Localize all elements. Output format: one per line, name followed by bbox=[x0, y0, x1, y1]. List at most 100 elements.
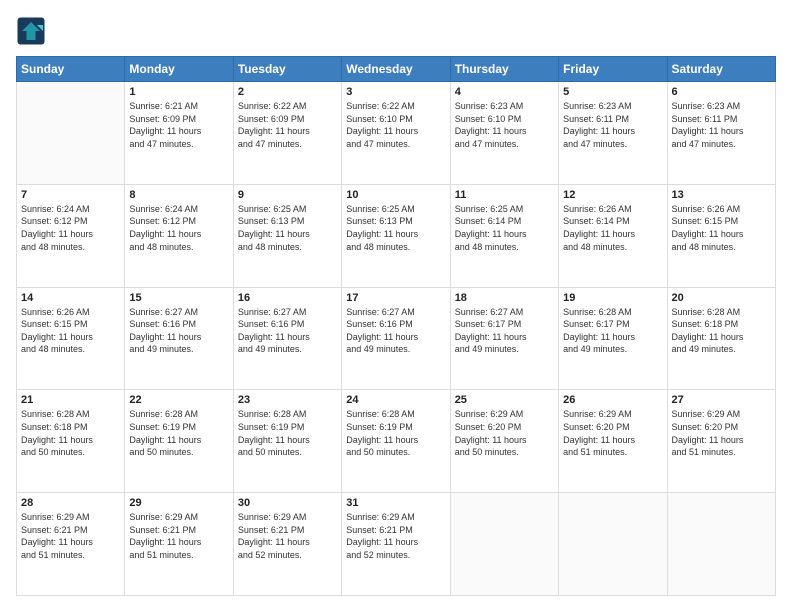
header-day: Wednesday bbox=[342, 57, 450, 82]
day-info: Sunrise: 6:29 AMSunset: 6:20 PMDaylight:… bbox=[672, 408, 771, 458]
calendar-cell: 30 Sunrise: 6:29 AMSunset: 6:21 PMDayligh… bbox=[233, 493, 341, 596]
day-number: 18 bbox=[455, 292, 554, 304]
day-info: Sunrise: 6:28 AMSunset: 6:17 PMDaylight:… bbox=[563, 306, 662, 356]
calendar-week-row: 14Sunrise: 6:26 AMSunset: 6:15 PMDayligh… bbox=[17, 287, 776, 390]
day-number: 30 bbox=[238, 497, 337, 509]
calendar-cell: 23Sunrise: 6:28 AMSunset: 6:19 PMDayligh… bbox=[233, 390, 341, 493]
day-info: Sunrise: 6:29 AMSunset: 6:21 PMDaylight:… bbox=[346, 511, 445, 561]
calendar-cell: 13 Sunrise: 6:26 AMSunset: 6:15 PMDayligh… bbox=[667, 184, 775, 287]
day-number: 3 bbox=[346, 86, 445, 98]
calendar-week-row: 28 Sunrise: 6:29 AMSunset: 6:21 PMDayligh… bbox=[17, 493, 776, 596]
calendar-cell: 1 Sunrise: 6:21 AMSunset: 6:09 PMDaylight… bbox=[125, 82, 233, 185]
day-number: 15 bbox=[129, 292, 228, 304]
day-number: 21 bbox=[21, 394, 120, 406]
day-number: 10 bbox=[346, 189, 445, 201]
day-number: 4 bbox=[455, 86, 554, 98]
calendar-cell: 26 Sunrise: 6:29 AMSunset: 6:20 PMDayligh… bbox=[559, 390, 667, 493]
calendar-cell: 9 Sunrise: 6:25 AMSunset: 6:13 PMDaylight… bbox=[233, 184, 341, 287]
day-number: 25 bbox=[455, 394, 554, 406]
day-info: Sunrise: 6:29 AMSunset: 6:21 PMDaylight:… bbox=[21, 511, 120, 561]
day-info: Sunrise: 6:26 AMSunset: 6:15 PMDaylight:… bbox=[21, 306, 120, 356]
calendar-cell: 3 Sunrise: 6:22 AMSunset: 6:10 PMDaylight… bbox=[342, 82, 450, 185]
header-day: Friday bbox=[559, 57, 667, 82]
calendar-cell: 24Sunrise: 6:28 AMSunset: 6:19 PMDayligh… bbox=[342, 390, 450, 493]
day-number: 17 bbox=[346, 292, 445, 304]
calendar-cell bbox=[559, 493, 667, 596]
logo-icon bbox=[16, 16, 46, 46]
calendar-cell: 8 Sunrise: 6:24 AMSunset: 6:12 PMDaylight… bbox=[125, 184, 233, 287]
calendar-cell: 29 Sunrise: 6:29 AMSunset: 6:21 PMDayligh… bbox=[125, 493, 233, 596]
day-info: Sunrise: 6:28 AMSunset: 6:18 PMDaylight:… bbox=[21, 408, 120, 458]
calendar-cell: 21 Sunrise: 6:28 AMSunset: 6:18 PMDayligh… bbox=[17, 390, 125, 493]
day-info: Sunrise: 6:28 AMSunset: 6:19 PMDaylight:… bbox=[346, 408, 445, 458]
day-number: 13 bbox=[672, 189, 771, 201]
calendar-cell: 4 Sunrise: 6:23 AMSunset: 6:10 PMDaylight… bbox=[450, 82, 558, 185]
day-info: Sunrise: 6:26 AMSunset: 6:14 PMDaylight:… bbox=[563, 203, 662, 253]
day-number: 28 bbox=[21, 497, 120, 509]
header-day: Saturday bbox=[667, 57, 775, 82]
day-info: Sunrise: 6:28 AMSunset: 6:18 PMDaylight:… bbox=[672, 306, 771, 356]
header-day: Thursday bbox=[450, 57, 558, 82]
day-info: Sunrise: 6:24 AMSunset: 6:12 PMDaylight:… bbox=[129, 203, 228, 253]
day-info: Sunrise: 6:26 AMSunset: 6:15 PMDaylight:… bbox=[672, 203, 771, 253]
calendar-cell: 25 Sunrise: 6:29 AMSunset: 6:20 PMDayligh… bbox=[450, 390, 558, 493]
calendar-week-row: 1 Sunrise: 6:21 AMSunset: 6:09 PMDaylight… bbox=[17, 82, 776, 185]
calendar-table: SundayMondayTuesdayWednesdayThursdayFrid… bbox=[16, 56, 776, 596]
day-number: 23 bbox=[238, 394, 337, 406]
calendar-cell: 18 Sunrise: 6:27 AMSunset: 6:17 PMDayligh… bbox=[450, 287, 558, 390]
day-info: Sunrise: 6:28 AMSunset: 6:19 PMDaylight:… bbox=[129, 408, 228, 458]
day-number: 8 bbox=[129, 189, 228, 201]
day-info: Sunrise: 6:25 AMSunset: 6:14 PMDaylight:… bbox=[455, 203, 554, 253]
day-number: 27 bbox=[672, 394, 771, 406]
day-number: 19 bbox=[563, 292, 662, 304]
day-number: 29 bbox=[129, 497, 228, 509]
calendar-cell: 10 Sunrise: 6:25 AMSunset: 6:13 PMDayligh… bbox=[342, 184, 450, 287]
header bbox=[16, 16, 776, 46]
day-info: Sunrise: 6:25 AMSunset: 6:13 PMDaylight:… bbox=[346, 203, 445, 253]
day-number: 26 bbox=[563, 394, 662, 406]
calendar-header-row: SundayMondayTuesdayWednesdayThursdayFrid… bbox=[17, 57, 776, 82]
day-info: Sunrise: 6:22 AMSunset: 6:09 PMDaylight:… bbox=[238, 100, 337, 150]
day-number: 7 bbox=[21, 189, 120, 201]
calendar-cell bbox=[667, 493, 775, 596]
day-number: 9 bbox=[238, 189, 337, 201]
calendar-cell: 7Sunrise: 6:24 AMSunset: 6:12 PMDaylight… bbox=[17, 184, 125, 287]
day-number: 5 bbox=[563, 86, 662, 98]
day-number: 31 bbox=[346, 497, 445, 509]
day-info: Sunrise: 6:23 AMSunset: 6:10 PMDaylight:… bbox=[455, 100, 554, 150]
calendar-cell: 20 Sunrise: 6:28 AMSunset: 6:18 PMDayligh… bbox=[667, 287, 775, 390]
calendar-cell: 31 Sunrise: 6:29 AMSunset: 6:21 PMDayligh… bbox=[342, 493, 450, 596]
calendar-cell bbox=[450, 493, 558, 596]
calendar-cell: 28 Sunrise: 6:29 AMSunset: 6:21 PMDayligh… bbox=[17, 493, 125, 596]
header-day: Tuesday bbox=[233, 57, 341, 82]
calendar-cell: 11 Sunrise: 6:25 AMSunset: 6:14 PMDayligh… bbox=[450, 184, 558, 287]
day-info: Sunrise: 6:27 AMSunset: 6:16 PMDaylight:… bbox=[238, 306, 337, 356]
calendar-cell: 6Sunrise: 6:23 AMSunset: 6:11 PMDaylight… bbox=[667, 82, 775, 185]
calendar-cell: 22 Sunrise: 6:28 AMSunset: 6:19 PMDayligh… bbox=[125, 390, 233, 493]
calendar-cell: 15 Sunrise: 6:27 AMSunset: 6:16 PMDayligh… bbox=[125, 287, 233, 390]
day-info: Sunrise: 6:25 AMSunset: 6:13 PMDaylight:… bbox=[238, 203, 337, 253]
day-info: Sunrise: 6:27 AMSunset: 6:16 PMDaylight:… bbox=[346, 306, 445, 356]
calendar-cell: 14Sunrise: 6:26 AMSunset: 6:15 PMDayligh… bbox=[17, 287, 125, 390]
day-info: Sunrise: 6:29 AMSunset: 6:21 PMDaylight:… bbox=[238, 511, 337, 561]
day-info: Sunrise: 6:22 AMSunset: 6:10 PMDaylight:… bbox=[346, 100, 445, 150]
calendar-cell: 17 Sunrise: 6:27 AMSunset: 6:16 PMDayligh… bbox=[342, 287, 450, 390]
logo bbox=[16, 16, 48, 46]
calendar-cell: 12 Sunrise: 6:26 AMSunset: 6:14 PMDayligh… bbox=[559, 184, 667, 287]
day-number: 1 bbox=[129, 86, 228, 98]
day-number: 20 bbox=[672, 292, 771, 304]
day-info: Sunrise: 6:29 AMSunset: 6:20 PMDaylight:… bbox=[455, 408, 554, 458]
day-info: Sunrise: 6:29 AMSunset: 6:21 PMDaylight:… bbox=[129, 511, 228, 561]
day-number: 22 bbox=[129, 394, 228, 406]
day-info: Sunrise: 6:27 AMSunset: 6:17 PMDaylight:… bbox=[455, 306, 554, 356]
calendar-cell bbox=[17, 82, 125, 185]
day-number: 6 bbox=[672, 86, 771, 98]
day-info: Sunrise: 6:29 AMSunset: 6:20 PMDaylight:… bbox=[563, 408, 662, 458]
day-info: Sunrise: 6:21 AMSunset: 6:09 PMDaylight:… bbox=[129, 100, 228, 150]
day-number: 12 bbox=[563, 189, 662, 201]
day-number: 11 bbox=[455, 189, 554, 201]
header-day: Sunday bbox=[17, 57, 125, 82]
calendar-week-row: 21 Sunrise: 6:28 AMSunset: 6:18 PMDayligh… bbox=[17, 390, 776, 493]
calendar-cell: 2Sunrise: 6:22 AMSunset: 6:09 PMDaylight… bbox=[233, 82, 341, 185]
day-info: Sunrise: 6:27 AMSunset: 6:16 PMDaylight:… bbox=[129, 306, 228, 356]
